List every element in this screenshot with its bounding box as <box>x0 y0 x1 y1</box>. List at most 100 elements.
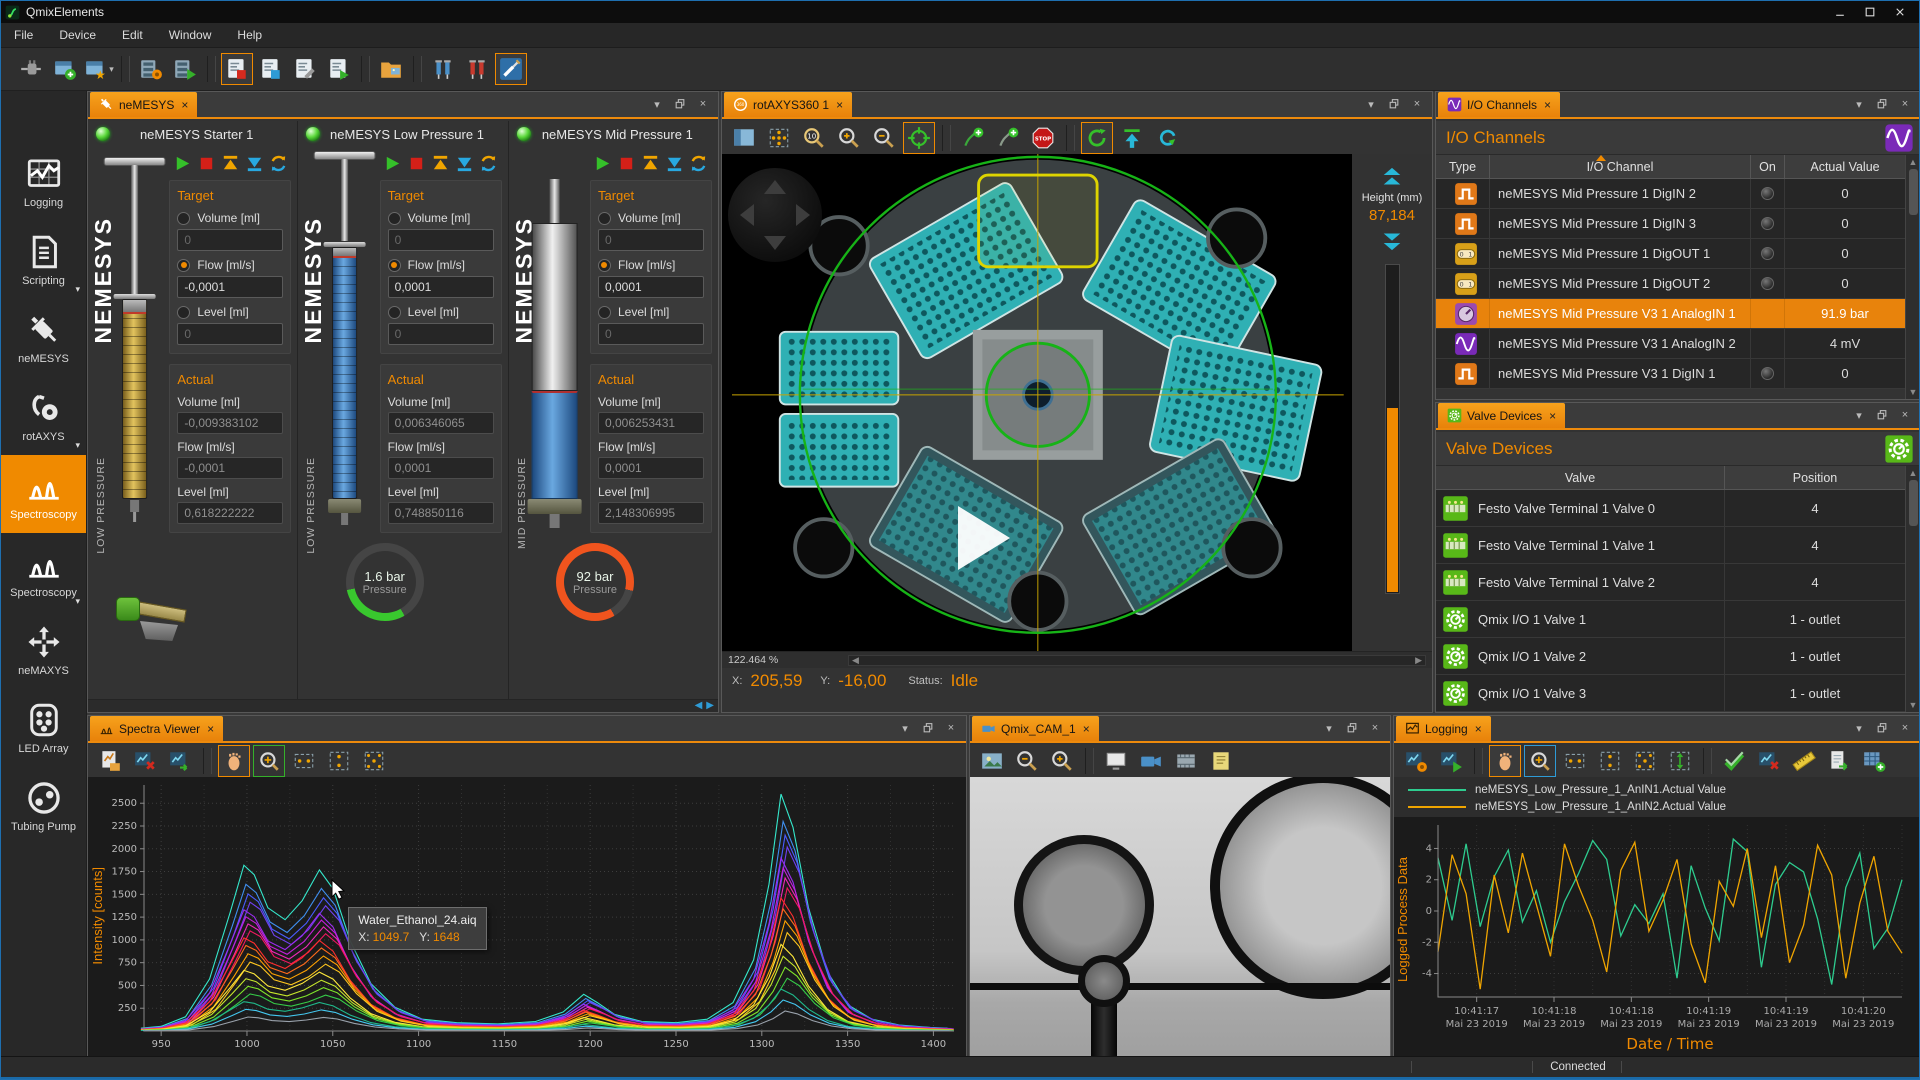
pump-stop-icon[interactable] <box>196 153 217 174</box>
pump-play-icon[interactable] <box>172 153 193 174</box>
pump-play-icon[interactable] <box>382 153 403 174</box>
pump-top-icon[interactable] <box>220 153 241 174</box>
table-row[interactable]: Festo Valve Terminal 1 Valve 0 4 <box>1436 490 1905 527</box>
image-icon[interactable] <box>976 745 1008 777</box>
chart-open-icon[interactable] <box>94 745 126 777</box>
horizontal-scrollbar[interactable]: ◀▶ <box>848 655 1426 666</box>
table-row[interactable]: Qmix I/O 1 Valve 1 1 - outlet <box>1436 601 1905 638</box>
col-position[interactable]: Position <box>1725 466 1905 489</box>
table-row[interactable]: 01 neMESYS Mid Pressure 1 DigOUT 2 0 <box>1436 269 1905 299</box>
window-new-icon[interactable] <box>49 53 81 85</box>
menu-edit[interactable]: Edit <box>109 24 156 46</box>
sine-icon[interactable] <box>1884 123 1914 153</box>
script-edit-icon[interactable] <box>135 53 167 85</box>
vertical-scrollbar[interactable]: ▲▼ <box>1905 466 1920 712</box>
horizontal-scrollbar[interactable]: ◀ ▶ <box>88 699 718 712</box>
target-field-value[interactable]: 0,0001 <box>598 276 704 298</box>
table-row[interactable]: neMESYS Mid Pressure V3 1 AnalogIN 2 4 m… <box>1436 329 1905 359</box>
tab-close-icon[interactable]: × <box>1549 409 1556 423</box>
target-radio-row[interactable]: Level [ml] <box>388 305 494 319</box>
panel-close-button[interactable]: × <box>1898 97 1912 111</box>
lift-up-icon[interactable] <box>1379 162 1405 186</box>
scroll-left-icon[interactable]: ◀ <box>852 655 859 666</box>
syringe-wizard-icon[interactable] <box>495 53 527 85</box>
scroll-thumb[interactable] <box>1909 480 1918 526</box>
scroll-thumb[interactable] <box>1909 169 1918 215</box>
target-radio-row[interactable]: Volume [ml] <box>598 211 704 225</box>
video-play-overlay-icon[interactable] <box>958 506 1010 570</box>
on-toggle[interactable] <box>1761 247 1774 260</box>
table-row[interactable]: neMESYS Mid Pressure V3 1 AnalogIN 1 91.… <box>1436 299 1905 329</box>
scroll-up-icon[interactable]: ▲ <box>1909 157 1918 167</box>
tab-close-icon[interactable]: × <box>1083 722 1090 736</box>
nav-up-icon[interactable] <box>764 180 786 194</box>
zoom-out-icon[interactable] <box>868 122 900 154</box>
sidebar-item-tubing-pump[interactable]: Tubing Pump <box>1 767 86 845</box>
panel-close-button[interactable]: × <box>696 97 710 111</box>
zoom-10-icon[interactable]: 10 <box>798 122 830 154</box>
panel-float-button[interactable] <box>1387 97 1401 111</box>
scroll-down-icon[interactable]: ▼ <box>1909 387 1918 397</box>
maximize-button[interactable] <box>1855 2 1885 22</box>
check-icon[interactable] <box>1718 745 1750 777</box>
window-open-icon[interactable]: ★▾ <box>83 53 115 85</box>
tab-logging[interactable]: Logging × <box>1396 716 1491 741</box>
notes-icon[interactable] <box>1205 745 1237 777</box>
scroll-right-icon[interactable]: ▶ <box>1415 655 1422 666</box>
target-radio-row[interactable]: Flow [ml/s] <box>598 258 704 272</box>
export-doc-icon[interactable] <box>1823 745 1855 777</box>
panel-float-button[interactable] <box>1875 721 1889 735</box>
rotate-cw-icon[interactable] <box>1081 122 1113 154</box>
waypoint-flag-icon[interactable] <box>992 122 1024 154</box>
waypoint-add-icon[interactable] <box>957 122 989 154</box>
target-field-value[interactable]: 0 <box>177 323 283 345</box>
process-start-icon[interactable] <box>323 53 355 85</box>
target-radio-row[interactable]: Flow [ml/s] <box>177 258 283 272</box>
pump-refresh-icon[interactable] <box>688 153 709 174</box>
chart-gear-icon[interactable] <box>1400 745 1432 777</box>
sidebar-item-spectroscopy[interactable]: Spectroscopy <box>1 455 86 533</box>
process-write-icon[interactable] <box>289 53 321 85</box>
radio-unselected[interactable] <box>598 212 611 225</box>
tab-qmix-cam[interactable]: Qmix_CAM_1 × <box>972 716 1099 741</box>
radio-unselected[interactable] <box>598 306 611 319</box>
pan-icon[interactable] <box>1489 745 1521 777</box>
vertical-scrollbar[interactable]: ▲▼ <box>1905 155 1920 399</box>
panel-float-button[interactable] <box>1345 721 1359 735</box>
tab-spectra-viewer[interactable]: Spectra Viewer × <box>90 716 223 741</box>
syringe-pair-red-icon[interactable] <box>461 53 493 85</box>
panel-menu-button[interactable]: ▾ <box>898 721 912 735</box>
pump-refresh-icon[interactable] <box>268 153 289 174</box>
panel-float-button[interactable] <box>673 97 687 111</box>
panel-close-button[interactable]: × <box>944 721 958 735</box>
zoom-h-icon[interactable] <box>1559 745 1591 777</box>
tab-close-icon[interactable]: × <box>181 98 188 112</box>
tab-close-icon[interactable]: × <box>207 722 214 736</box>
camera-icon[interactable] <box>1135 745 1167 777</box>
radio-unselected[interactable] <box>177 212 190 225</box>
scroll-up-icon[interactable]: ▲ <box>1909 468 1918 478</box>
film-icon[interactable] <box>1170 745 1202 777</box>
pan-icon[interactable] <box>218 745 250 777</box>
pump-bottom-icon[interactable] <box>454 153 475 174</box>
zoom-fit-icon[interactable] <box>1629 745 1661 777</box>
panel-menu-button[interactable]: ▾ <box>1852 408 1866 422</box>
col-actual-value[interactable]: Actual Value <box>1785 155 1905 178</box>
nav-right-icon[interactable] <box>796 204 810 226</box>
zoom-fit-icon[interactable] <box>358 745 390 777</box>
target-radio-row[interactable]: Volume [ml] <box>388 211 494 225</box>
target-field-value[interactable]: 0 <box>598 229 704 251</box>
table-row[interactable]: Qmix I/O 1 Valve 3 1 - outlet <box>1436 675 1905 712</box>
ruler-icon[interactable] <box>1788 745 1820 777</box>
target-field-value[interactable]: 0 <box>598 323 704 345</box>
sidebar-item-logging[interactable]: Logging <box>1 143 86 221</box>
panel-float-button[interactable] <box>1875 97 1889 111</box>
table-row[interactable]: neMESYS Mid Pressure 1 DigIN 2 0 <box>1436 179 1905 209</box>
on-toggle[interactable] <box>1761 367 1774 380</box>
scroll-right-icon[interactable]: ▶ <box>706 701 714 711</box>
spectra-chart[interactable]: Intensity [counts] 250500750100012501500… <box>88 777 966 1057</box>
col-channel[interactable]: I/O Channel <box>1490 155 1751 178</box>
panel-close-button[interactable]: × <box>1898 721 1912 735</box>
connect-icon[interactable] <box>15 53 47 85</box>
chart-clear-icon[interactable] <box>129 745 161 777</box>
